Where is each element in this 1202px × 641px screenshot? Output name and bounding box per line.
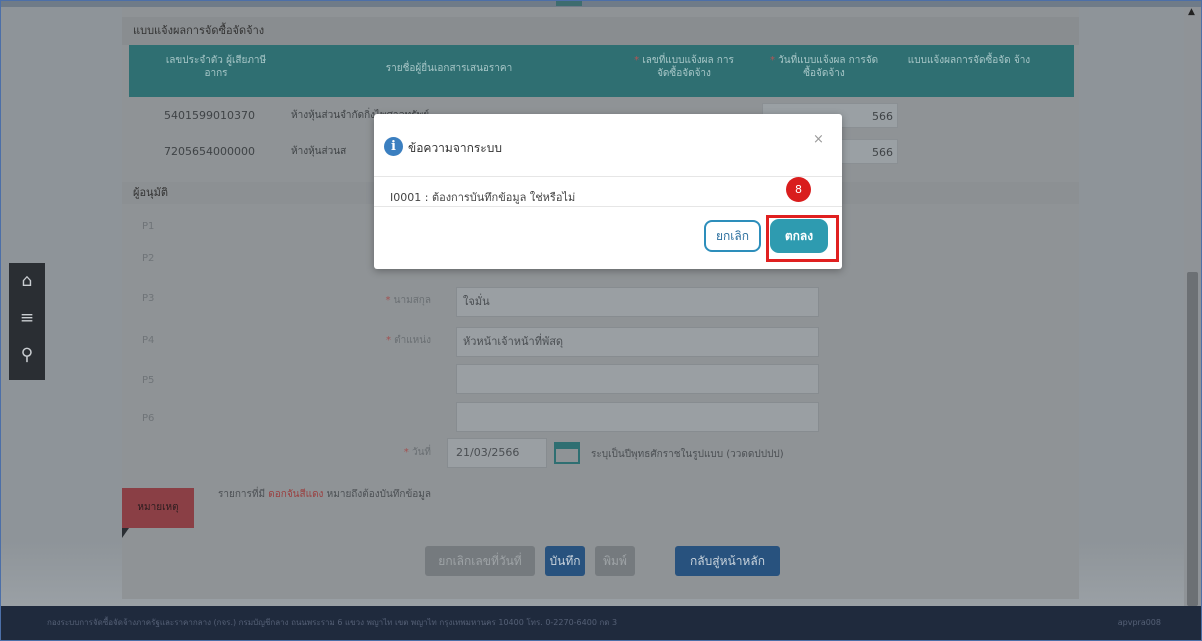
th-report-number-label: เลขที่แบบแจ้งผล การจัดซื้อจัดจ้าง <box>642 55 734 79</box>
note-tag: หมายเหตุ <box>122 488 194 538</box>
table-header: เลขประจำตัว ผู้เสียภาษีอากร รายชื่อผู้ยื… <box>129 45 1074 97</box>
scrollbar[interactable]: ▲ <box>1184 7 1201 606</box>
p6-label: P6 <box>142 413 155 424</box>
required-mark: * <box>385 295 394 306</box>
date-field[interactable]: 21/03/2566 <box>447 438 547 468</box>
p1-label: P1 <box>142 221 155 232</box>
dialog-header: i ข้อความจากระบบ × <box>374 114 842 177</box>
step-badge: 8 <box>786 177 811 202</box>
tax-id-cell: 7205654000000 <box>164 145 255 158</box>
footer-address: กองระบบการจัดซื้อจัดจ้างภาครัฐและราคากลา… <box>47 618 618 627</box>
home-icon[interactable]: ⌂ <box>9 263 45 300</box>
th-report-number: * เลขที่แบบแจ้งผล การจัดซื้อจัดจ้าง <box>629 54 739 80</box>
footer-code: apvpra008 <box>1117 618 1161 627</box>
date-label-text: วันที่ <box>411 447 431 458</box>
note-text-after: หมายถึงต้องบันทึกข้อมูล <box>326 489 432 500</box>
search-icon[interactable]: ⚲ <box>9 337 45 374</box>
approver-title: ผู้อนุมัติ <box>133 186 168 199</box>
section-header: แบบแจ้งผลการจัดซื้อจัดจ้าง <box>122 17 1079 45</box>
date-label: * วันที่ <box>361 445 431 460</box>
lastname-label-text: นามสกุล <box>393 295 431 306</box>
scrollbar-thumb[interactable] <box>1187 272 1198 606</box>
side-nav: ⌂ ≡ ⚲ <box>9 263 45 380</box>
position-label-text: ตำแหน่ง <box>394 335 431 346</box>
top-bar-tab <box>556 1 582 6</box>
calendar-icon[interactable] <box>554 442 580 464</box>
th-report-date-label: วันที่แบบแจ้งผล การจัดซื้อจัดจ้าง <box>778 55 879 79</box>
th-bidder-name: รายชื่อผู้ยื่นเอกสารเสนอราคา <box>385 63 513 74</box>
dialog-message: I0001 : ต้องการบันทึกข้อมูล ใช่หรือไม่ <box>390 191 576 204</box>
close-icon[interactable]: × <box>813 132 824 147</box>
footer: กองระบบการจัดซื้อจัดจ้างภาครัฐและราคากลา… <box>1 606 1201 640</box>
p6-field[interactable] <box>456 402 819 432</box>
p4-label: P4 <box>142 335 155 346</box>
save-button[interactable]: บันทึก <box>545 546 585 576</box>
th-tax-id: เลขประจำตัว ผู้เสียภาษีอากร <box>165 55 267 79</box>
date-hint: ระบุเป็นปีพุทธศักราชในรูปแบบ (ววดดปปปป) <box>591 449 784 460</box>
p2-label: P2 <box>142 253 155 264</box>
highlight-box <box>766 215 839 262</box>
print-button[interactable]: พิมพ์ <box>595 546 635 576</box>
required-mark: * <box>385 335 395 346</box>
p5-label: P5 <box>142 375 155 386</box>
back-home-button[interactable]: กลับสู่หน้าหลัก <box>675 546 780 576</box>
dialog-footer-divider <box>374 206 842 208</box>
note-text: รายการที่มี ดอกจันสีแดง หมายถึงต้องบันทึ… <box>218 487 431 502</box>
th-report-file: แบบแจ้งผลการจัดซื้อจัด จ้าง <box>907 55 1031 66</box>
position-field[interactable]: หัวหน้าเจ้าหน้าที่พัสดุ <box>456 327 819 357</box>
section-title: แบบแจ้งผลการจัดซื้อจัดจ้าง <box>133 24 265 37</box>
note-text-red: ดอกจันสีแดง <box>268 489 324 500</box>
position-label: * ตำแหน่ง <box>361 333 431 348</box>
menu-icon[interactable]: ≡ <box>9 300 45 337</box>
dialog-cancel-button[interactable]: ยกเลิก <box>704 220 761 252</box>
required-mark: * <box>769 55 779 66</box>
tax-id-cell: 5401599010370 <box>164 109 255 122</box>
note-text-before: รายการที่มี <box>218 489 266 500</box>
p5-field[interactable] <box>456 364 819 394</box>
app-frame: แบบแจ้งผลการจัดซื้อจัดจ้าง เลขประจำตัว ผ… <box>0 0 1202 641</box>
scroll-up-icon[interactable]: ▲ <box>1188 7 1195 17</box>
cancel-number-button[interactable]: ยกเลิกเลขที่วันที่ <box>425 546 535 576</box>
p3-label: P3 <box>142 293 155 304</box>
th-report-date: * วันที่แบบแจ้งผล การจัดซื้อจัดจ้าง <box>769 54 879 80</box>
lastname-label: * นามสกุล <box>361 293 431 308</box>
info-icon: i <box>384 137 403 156</box>
dialog-title: ข้อความจากระบบ <box>408 141 502 155</box>
bidder-name-cell: ห้างหุ้นส่วนส <box>291 146 347 157</box>
required-mark: * <box>403 447 412 458</box>
lastname-field[interactable]: ใจมั่น <box>456 287 819 317</box>
